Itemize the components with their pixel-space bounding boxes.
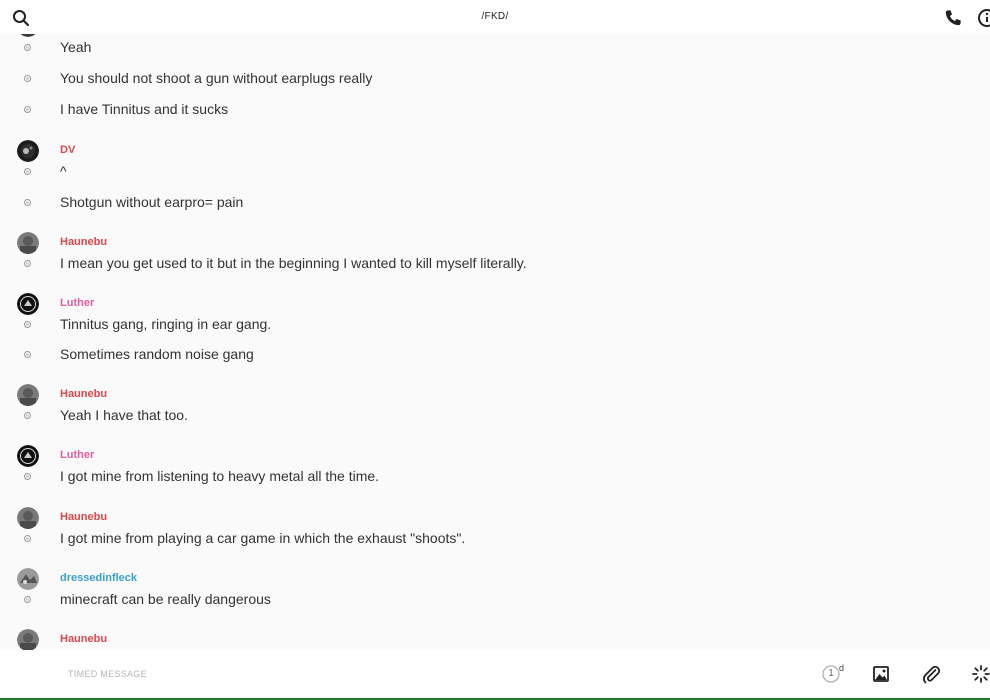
read-receipt-icon [24,321,31,328]
avatar-haunebu[interactable] [17,232,39,254]
sender-name[interactable]: Haunebu [60,388,107,400]
read-receipt-icon [24,351,31,358]
timer-value: 1 [828,668,834,679]
sender-name[interactable]: Haunebu [60,236,107,248]
avatar[interactable] [17,34,39,37]
read-receipt-icon [24,473,31,480]
avatar-haunebu[interactable] [17,629,39,650]
sender-name[interactable]: DV [60,144,75,156]
message-text: Yeah [60,39,92,55]
info-icon[interactable] [976,7,990,29]
avatar-dv[interactable] [17,140,39,162]
avatar-dressedinfleck[interactable] [17,568,39,590]
read-receipt-icon [24,535,31,542]
read-receipt-icon [24,168,31,175]
top-bar: /FKD/ [0,0,990,34]
sender-name[interactable]: Luther [60,449,94,461]
read-receipt-icon [24,44,31,51]
chat-title: /FKD/ [481,11,509,22]
sender-name[interactable]: Haunebu [60,633,107,645]
avatar-haunebu[interactable] [17,507,39,529]
read-receipt-icon [24,199,31,206]
sender-name[interactable]: Haunebu [60,511,107,523]
message-text: Yeah I have that too. [60,407,188,423]
read-receipt-icon [24,260,31,267]
timer-button[interactable]: 1 d [822,663,845,684]
read-receipt-icon [24,106,31,113]
message-list[interactable]: Yeah You should not shoot a gun without … [0,34,990,650]
message-text: minecraft can be really dangerous [60,591,271,607]
message-text: Tinnitus gang, ringing in ear gang. [60,316,272,332]
timer-unit: d [839,663,845,673]
sender-name[interactable]: Luther [60,297,94,309]
sender-name[interactable]: dressedinfleck [60,572,137,584]
message-text: I got mine from playing a car game in wh… [60,530,466,546]
message-text: I have Tinnitus and it sucks [60,101,229,117]
avatar-luther[interactable] [17,445,39,467]
message-text: You should not shoot a gun without earpl… [60,70,373,86]
message-text: I got mine from listening to heavy metal… [60,468,380,484]
avatar-luther[interactable] [17,293,39,315]
message-composer: TIMED MESSAGE 1 d [0,650,990,698]
message-text: I mean you get used to it but in the beg… [60,255,527,271]
phone-icon[interactable] [942,7,964,29]
read-receipt-icon [24,75,31,82]
read-receipt-icon [24,412,31,419]
image-icon[interactable] [870,663,892,685]
paperclip-icon[interactable] [920,663,942,685]
message-input[interactable]: TIMED MESSAGE [68,669,147,679]
chat-app: /FKD/ Yeah You should not shoot a gun wi… [0,0,990,700]
message-text: ^ [60,163,67,179]
read-receipt-icon [24,596,31,603]
message-text: Sometimes random noise gang [60,346,254,362]
avatar-haunebu[interactable] [17,384,39,406]
message-text: Shotgun without earpro= pain [60,194,244,210]
spinner-icon[interactable] [970,663,990,685]
